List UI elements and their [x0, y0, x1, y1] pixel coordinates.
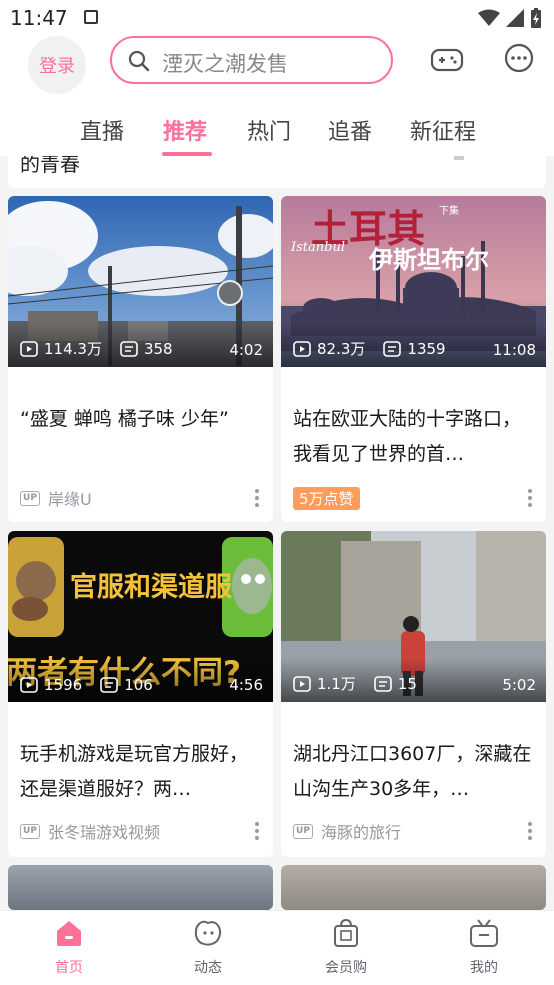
video-thumbnail: 官服和渠道服 两者有什么不同? 1596 106 4:56: [8, 531, 273, 702]
author-name[interactable]: 海豚的旅行: [321, 819, 401, 843]
danmaku-icon: [120, 340, 138, 357]
up-icon: UP: [20, 823, 40, 839]
game-controller-icon[interactable]: [430, 42, 464, 76]
login-button[interactable]: 登录: [28, 36, 86, 94]
feed-card-partial[interactable]: 的青春: [8, 156, 546, 188]
video-duration: 4:02: [229, 341, 263, 359]
video-duration: 5:02: [502, 676, 536, 694]
video-thumbnail: 114.3万 358 4:02: [8, 196, 273, 367]
video-stats: 82.3万 1359: [293, 338, 464, 359]
likes-badge: 5万点赞: [293, 486, 360, 510]
play-count-icon: [293, 340, 311, 357]
play-count-icon: [20, 340, 38, 357]
danmaku-icon: [100, 677, 118, 693]
status-icons: [478, 8, 542, 28]
up-icon: UP: [20, 490, 40, 506]
tab-live[interactable]: 直播: [80, 114, 124, 146]
tab-anime[interactable]: 追番: [328, 114, 372, 146]
danmaku-count: 106: [124, 676, 153, 694]
video-meta: UP 海豚的旅行: [293, 818, 401, 844]
video-thumbnail: 1.1万 15 5:02: [281, 531, 546, 702]
video-stats: 1596 106: [20, 676, 171, 694]
video-stats: 1.1万 15: [293, 673, 435, 694]
author-name[interactable]: 岸缘U: [48, 486, 92, 510]
thumbnail-caption-sub: 伊斯坦布尔: [369, 245, 489, 274]
dynamic-icon: [194, 920, 222, 946]
video-card[interactable]: 土耳其 伊斯坦布尔 下集 Istanbul 82.3万 1359 11:08 站…: [281, 196, 546, 522]
view-count: 1.1万: [317, 675, 356, 693]
video-card-partial[interactable]: [281, 865, 546, 910]
tv-icon: [470, 919, 498, 947]
up-icon: UP: [293, 823, 313, 839]
thumbnail-caption-small: 下集: [439, 206, 459, 217]
search-placeholder: 湮灭之潮发售: [162, 52, 288, 76]
more-icon[interactable]: [454, 156, 464, 160]
nav-home[interactable]: 首页: [29, 919, 109, 977]
danmaku-count: 358: [143, 339, 173, 358]
notification-icon: [84, 10, 98, 24]
author-name[interactable]: 张冬瑞游戏视频: [48, 819, 160, 843]
more-options-icon[interactable]: [255, 489, 259, 510]
play-count-icon: [20, 677, 38, 693]
search-bar[interactable]: 湮灭之潮发售: [110, 36, 393, 84]
video-title: “盛夏 蝉鸣 橘子味 少年”: [20, 408, 229, 430]
danmaku-icon: [374, 675, 392, 692]
thumbnail-caption-script: Istanbul: [291, 240, 346, 255]
danmaku-count: 1359: [407, 339, 446, 358]
view-count: 82.3万: [317, 340, 366, 358]
bottom-navigation: 首页 动态 会员购 我的: [0, 910, 554, 985]
more-options-icon[interactable]: [255, 822, 259, 843]
play-count-icon: [293, 675, 311, 692]
channel-tabs: 直播 推荐 热门 追番 新征程: [0, 110, 554, 156]
tab-new-journey[interactable]: 新征程: [410, 114, 476, 146]
search-icon: [128, 50, 150, 72]
danmaku-icon: [383, 340, 402, 357]
message-icon[interactable]: [502, 42, 536, 76]
more-options-icon[interactable]: [528, 822, 532, 843]
video-title: 湖北丹江口3607厂，深藏在山沟生产30多年，…: [293, 743, 532, 800]
battery-icon: [531, 8, 541, 28]
wifi-icon: [478, 9, 500, 26]
video-card[interactable]: 1.1万 15 5:02 湖北丹江口3607厂，深藏在山沟生产30多年，… UP…: [281, 531, 546, 857]
video-duration: 4:56: [229, 676, 263, 694]
view-count: 1596: [44, 676, 83, 694]
signal-icon: [506, 9, 524, 27]
shopping-bag-icon: [334, 918, 358, 947]
home-icon: [57, 921, 81, 946]
video-card[interactable]: 官服和渠道服 两者有什么不同? 1596 106 4:56 玩手机游戏是玩官方服…: [8, 531, 273, 857]
video-title: 站在欧亚大陆的十字路口，我看见了世界的首…: [293, 408, 522, 465]
app-header: 登录 湮灭之潮发售 直播 推荐 热门 追番 新征程: [0, 36, 554, 156]
video-title: 玩手机游戏是玩官方服好，还是渠道服好？两…: [20, 743, 249, 800]
video-thumbnail: [281, 865, 546, 910]
tab-hot[interactable]: 热门: [247, 114, 291, 146]
video-card[interactable]: 114.3万 358 4:02 “盛夏 蝉鸣 橘子味 少年” UP 岸缘U: [8, 196, 273, 522]
video-card-partial[interactable]: [8, 865, 273, 910]
nav-dynamic[interactable]: 动态: [168, 919, 248, 977]
thumbnail-caption-top: 官服和渠道服: [70, 572, 232, 603]
video-meta: 5万点赞: [293, 485, 360, 511]
video-stats: 114.3万 358: [20, 338, 191, 359]
video-duration: 11:08: [492, 341, 536, 359]
nav-member-shop[interactable]: 会员购: [306, 918, 386, 977]
video-thumbnail: 土耳其 伊斯坦布尔 下集 Istanbul 82.3万 1359 11:08: [281, 196, 546, 367]
video-meta: UP 岸缘U: [20, 485, 92, 511]
card-title: 的青春: [20, 156, 80, 176]
status-time: 11:47: [10, 6, 68, 30]
video-meta: UP 张冬瑞游戏视频: [20, 818, 160, 844]
tab-recommend[interactable]: 推荐: [163, 114, 207, 146]
nav-profile[interactable]: 我的: [444, 919, 524, 977]
video-thumbnail: [8, 865, 273, 910]
status-bar: 11:47: [0, 0, 554, 36]
more-options-icon[interactable]: [528, 489, 532, 510]
danmaku-count: 15: [397, 674, 417, 693]
view-count: 114.3万: [44, 340, 102, 358]
